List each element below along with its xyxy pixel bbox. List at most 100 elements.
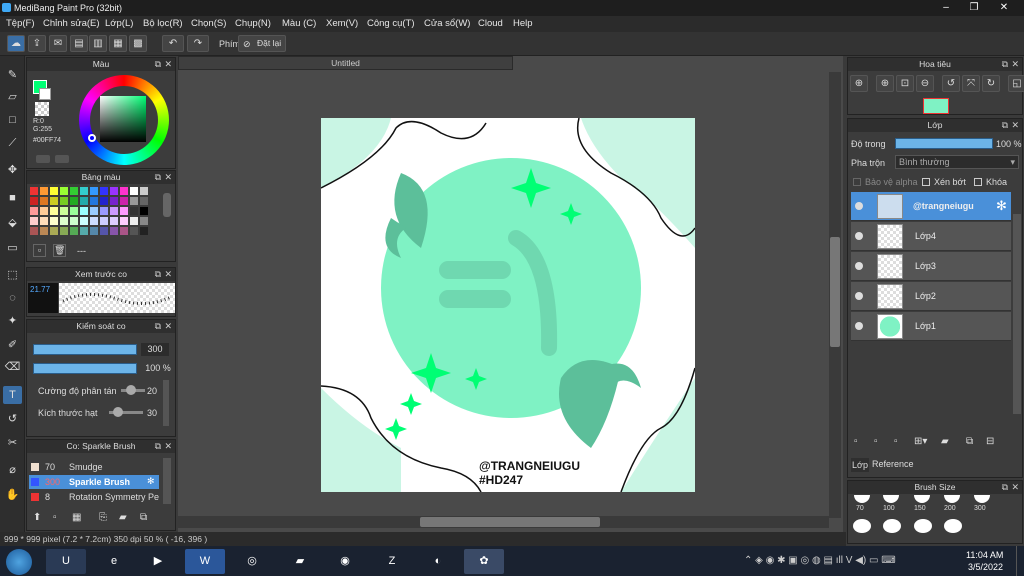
layer-settings-icon[interactable]: ✻: [996, 198, 1007, 214]
palette-swatch[interactable]: [50, 217, 58, 225]
palette-swatch[interactable]: [90, 207, 98, 215]
palette-swatch[interactable]: [130, 217, 138, 225]
divide-tool-icon[interactable]: ✂: [3, 434, 22, 452]
restore-icon[interactable]: ❐: [960, 0, 988, 16]
palette-swatch[interactable]: [50, 187, 58, 195]
palette-swatch[interactable]: [40, 227, 48, 235]
brush-tool-icon[interactable]: ✎: [3, 66, 22, 84]
menu-help[interactable]: Help: [513, 18, 533, 29]
select-pen-icon[interactable]: ✐: [3, 336, 22, 354]
palette-swatch[interactable]: [110, 207, 118, 215]
palette-swatch[interactable]: [30, 197, 38, 205]
discord-icon[interactable]: ◐: [418, 549, 458, 574]
cloud-icon[interactable]: ☁: [7, 35, 25, 52]
folder-layer-icon[interactable]: ▰: [941, 436, 949, 447]
select-eraser-icon[interactable]: ⌫: [3, 358, 22, 376]
grid-icon[interactable]: ▦: [109, 35, 127, 52]
palette-swatch[interactable]: [70, 217, 78, 225]
palette-swatch[interactable]: [80, 207, 88, 215]
ie-icon[interactable]: e: [94, 549, 134, 574]
palette-swatch[interactable]: [40, 187, 48, 195]
palette-swatch[interactable]: [110, 227, 118, 235]
layer-item-trangneiugu[interactable]: @trangneiugu ✻: [851, 192, 1011, 221]
zoom-reset-icon[interactable]: ⊕: [876, 75, 894, 92]
select-tool-icon[interactable]: ⬚: [3, 266, 22, 284]
unikey-icon[interactable]: U: [46, 549, 86, 574]
merge-layer-icon[interactable]: ⊟: [986, 436, 994, 447]
size-dot-150[interactable]: [914, 495, 930, 503]
navigator-settings-icon[interactable]: ◱: [1008, 75, 1024, 92]
palette-swatch[interactable]: [60, 207, 68, 215]
horizontal-scroll-thumb[interactable]: [420, 517, 600, 527]
palette-swatch[interactable]: [130, 227, 138, 235]
fill-rect-tool-icon[interactable]: ■: [3, 189, 22, 207]
show-desktop-button[interactable]: [1016, 546, 1024, 576]
layer-item-lop1[interactable]: Lớp1: [851, 312, 1011, 341]
palette-swatch[interactable]: [30, 187, 38, 195]
alpha-checkbox[interactable]: [853, 178, 861, 186]
new-brush-icon[interactable]: ▫: [53, 512, 57, 523]
add-brush-icon[interactable]: ⬆: [33, 512, 41, 523]
palette-swatch[interactable]: [30, 217, 38, 225]
palette-swatch[interactable]: [140, 227, 148, 235]
palette-swatch[interactable]: [60, 187, 68, 195]
upload-icon[interactable]: ⇪: [28, 35, 46, 52]
navigator-thumbnail[interactable]: [923, 98, 949, 114]
eye-icon[interactable]: [855, 202, 863, 210]
scatter-knob[interactable]: [126, 385, 136, 395]
palette-swatch[interactable]: [140, 217, 148, 225]
new-halftone-layer-icon[interactable]: ▫: [874, 436, 878, 447]
tiles-icon[interactable]: ▩: [129, 35, 147, 52]
eye-icon[interactable]: [855, 232, 863, 240]
palette-swatch[interactable]: [70, 187, 78, 195]
folder-brush-icon[interactable]: ▰: [119, 512, 127, 523]
palette-swatch[interactable]: [110, 197, 118, 205]
zoom-in-icon[interactable]: ⊕: [850, 75, 868, 92]
palette-swatch[interactable]: [90, 217, 98, 225]
palette-swatch[interactable]: [50, 227, 58, 235]
particle-knob[interactable]: [113, 407, 123, 417]
tray-icons[interactable]: ⌃ ◈ ◉ ✱ ▣ ◎ ◍ ▤ ıll V ◀) ▭ ⌨: [744, 555, 896, 566]
palette-swatch[interactable]: [140, 187, 148, 195]
palette-swatch[interactable]: [130, 207, 138, 215]
brush-item-sparkle[interactable]: 300 Sparkle Brush ✻: [29, 475, 159, 489]
delete-palette-icon[interactable]: 🗑: [53, 244, 66, 257]
brush-item-rotation[interactable]: 8 Rotation Symmetry Pe: [29, 490, 159, 504]
start-button[interactable]: [6, 549, 32, 575]
saturation-square[interactable]: [100, 96, 146, 142]
menu-filter[interactable]: Bộ lọc(R): [143, 18, 183, 29]
duplicate-brush-icon[interactable]: ⧉: [140, 512, 147, 523]
brush-list-scrollbar[interactable]: [163, 458, 171, 504]
palette-swatch[interactable]: [130, 197, 138, 205]
eraser-tool-icon[interactable]: ▱: [3, 88, 22, 106]
palette-swatch[interactable]: [100, 217, 108, 225]
zalo-icon[interactable]: Z: [372, 549, 412, 574]
bucket-tool-icon[interactable]: ⬙: [3, 214, 22, 232]
palette-swatch[interactable]: [100, 227, 108, 235]
size-value[interactable]: 300: [141, 343, 169, 356]
new-layer-icon[interactable]: ▫: [854, 436, 858, 447]
size-dot-large-3[interactable]: [914, 519, 932, 533]
palette-swatch[interactable]: [80, 227, 88, 235]
palette-swatch[interactable]: [100, 187, 108, 195]
eye-icon[interactable]: [855, 262, 863, 270]
document-icon[interactable]: ▤: [70, 35, 88, 52]
close-icon[interactable]: ✕: [990, 0, 1018, 16]
size-dot-70[interactable]: [854, 495, 870, 503]
palette-swatch[interactable]: [50, 207, 58, 215]
duplicate-layer-icon[interactable]: ⧉: [966, 436, 973, 447]
palette-swatch[interactable]: [140, 207, 148, 215]
chat-icon[interactable]: ✉: [49, 35, 67, 52]
file-explorer-icon[interactable]: ▰: [280, 549, 320, 574]
palette-swatch[interactable]: [70, 197, 78, 205]
palette-swatch[interactable]: [90, 227, 98, 235]
palette-swatch[interactable]: [140, 197, 148, 205]
brush-control-scrollbar[interactable]: [163, 380, 169, 426]
palette-swatch[interactable]: [100, 207, 108, 215]
palette-swatch[interactable]: [110, 217, 118, 225]
menu-window[interactable]: Cửa sổ(W): [424, 18, 470, 29]
color-mode-button[interactable]: [36, 155, 50, 163]
palette-scrollbar[interactable]: [163, 193, 171, 217]
tab-reference[interactable]: Reference: [872, 459, 914, 469]
menu-color[interactable]: Màu (C): [282, 18, 316, 29]
